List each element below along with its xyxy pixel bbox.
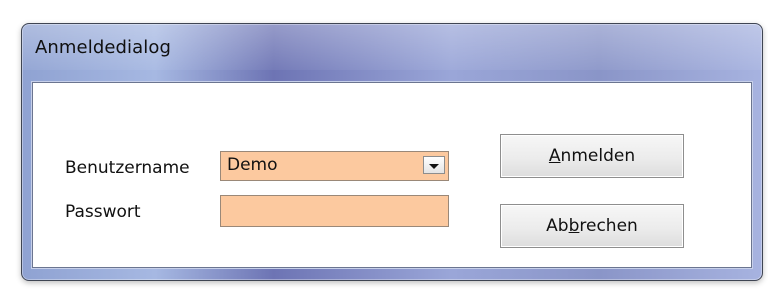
- cancel-button-label: Abbrechen: [546, 216, 638, 236]
- login-dialog-window: Anmeldedialog Benutzername Demo Passwort…: [21, 23, 763, 281]
- cancel-button[interactable]: Abbrechen: [500, 204, 684, 248]
- dropdown-button[interactable]: [423, 156, 445, 174]
- dialog-content: Benutzername Demo Passwort Anmelden Abbr…: [32, 82, 752, 268]
- chevron-down-icon: [429, 164, 439, 169]
- username-label: Benutzername: [65, 158, 190, 178]
- window-title: Anmeldedialog: [35, 37, 172, 58]
- username-combobox[interactable]: Demo: [220, 151, 449, 181]
- password-label: Passwort: [65, 202, 141, 222]
- login-button-label: Anmelden: [548, 146, 636, 166]
- login-button[interactable]: Anmelden: [500, 134, 684, 178]
- password-field[interactable]: [220, 195, 449, 227]
- username-value: Demo: [227, 155, 278, 175]
